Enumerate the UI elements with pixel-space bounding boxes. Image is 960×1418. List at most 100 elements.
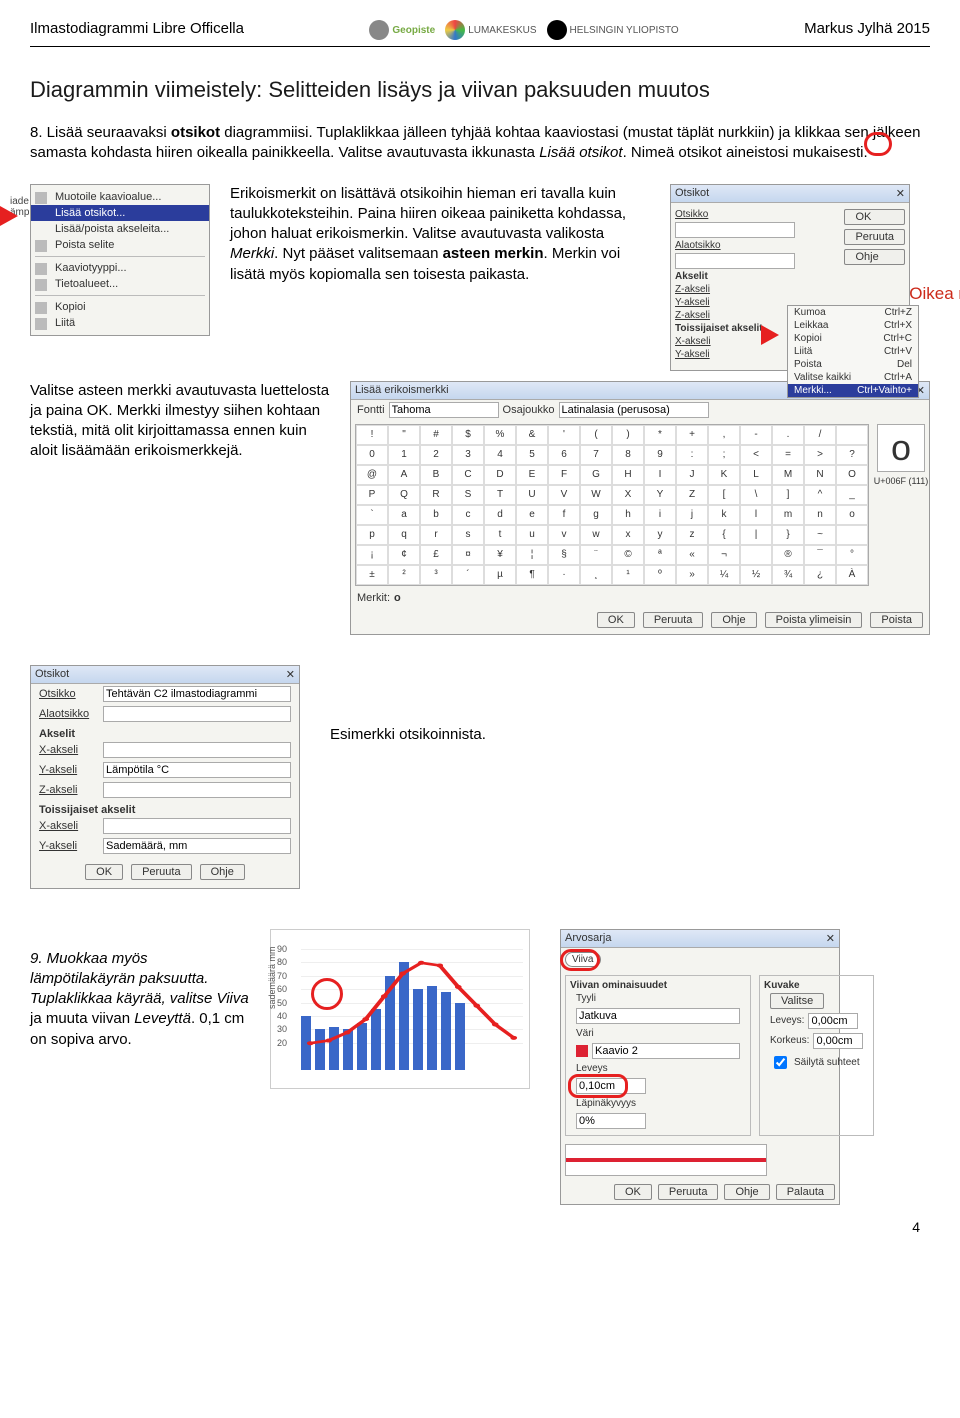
char-cell[interactable]: ¸ [580,565,612,585]
char-cell[interactable]: ­ [740,545,772,565]
char-cell[interactable]: G [580,465,612,485]
char-cell[interactable]: ] [772,485,804,505]
char-cell[interactable]: ¥ [484,545,516,565]
char-cell[interactable]: P [356,485,388,505]
char-cell[interactable]: º [644,565,676,585]
climate-chart[interactable]: sademäärä mm 2030405060708090 [270,929,530,1089]
char-cell[interactable]: 6 [548,445,580,465]
char-cell[interactable]: ¢ [388,545,420,565]
char-cell[interactable]: S [452,485,484,505]
input-sec-x[interactable] [103,818,291,834]
input-sec-y[interactable] [103,838,291,854]
mc-cut[interactable]: LeikkaaCtrl+X [788,319,918,332]
char-cell[interactable]: X [612,485,644,505]
char-cell[interactable]: M [772,465,804,485]
char-cell[interactable]: w [580,525,612,545]
char-cell[interactable]: H [612,465,644,485]
input-otsikko[interactable] [103,686,291,702]
menu-item-paste[interactable]: Liitä [31,315,209,331]
subset-select[interactable] [559,402,709,418]
char-cell[interactable] [836,525,868,545]
char-cell[interactable]: ¤ [452,545,484,565]
char-cell[interactable]: £ [420,545,452,565]
icon-w[interactable] [808,1013,858,1029]
char-cell[interactable]: ¹ [612,565,644,585]
char-cell[interactable]: ¶ [516,565,548,585]
menu-item-axes[interactable]: Lisää/poista akseleita... [31,221,209,237]
mc-paste[interactable]: LiitäCtrl+V [788,345,918,358]
char-cell[interactable]: a [388,505,420,525]
char-cell[interactable]: L [740,465,772,485]
char-cell[interactable]: h [612,505,644,525]
mc-character[interactable]: Merkki...Ctrl+Vaihto+ [788,384,918,397]
mc-selectall[interactable]: Valitse kaikkiCtrl+A [788,371,918,384]
char-cell[interactable]: b [420,505,452,525]
style-select[interactable] [576,1008,740,1024]
char-cell[interactable]: « [676,545,708,565]
char-cell[interactable]: B [420,465,452,485]
char-cell[interactable]: W [580,485,612,505]
icon-select-button[interactable]: Valitse [770,993,824,1009]
input-x[interactable] [103,742,291,758]
char-cell[interactable]: z [676,525,708,545]
char-cell[interactable]: Q [388,485,420,505]
char-cell[interactable]: R [420,485,452,505]
char-cell[interactable]: } [772,525,804,545]
char-cell[interactable]: ¾ [772,565,804,585]
char-cell[interactable]: i [644,505,676,525]
char-cell[interactable]: ¡ [356,545,388,565]
char-cell[interactable]: ` [356,505,388,525]
close-icon[interactable]: ✕ [826,932,835,945]
char-cell[interactable]: K [708,465,740,485]
tab-viiva[interactable]: Viiva [565,952,601,967]
char-cell[interactable]: $ [452,425,484,445]
char-cell[interactable]: v [548,525,580,545]
context-menu[interactable]: Muotoile kaavioalue... Lisää otsikot... … [30,184,210,336]
char-cell[interactable]: 8 [612,445,644,465]
menu-item-copy[interactable]: Kopioi [31,299,209,315]
char-cell[interactable]: 1 [388,445,420,465]
ok-button[interactable]: OK [844,209,905,225]
input-alaotsikko[interactable] [103,706,291,722]
char-cell[interactable]: ~ [804,525,836,545]
char-cell[interactable]: m [772,505,804,525]
help-button[interactable]: Ohje [200,864,245,880]
char-cell[interactable]: = [772,445,804,465]
char-cell[interactable] [836,425,868,445]
close-icon[interactable]: ✕ [896,187,905,200]
char-cell[interactable]: 3 [452,445,484,465]
char-cell[interactable]: 2 [420,445,452,465]
cancel-button[interactable]: Peruuta [658,1184,719,1200]
char-cell[interactable]: n [804,505,836,525]
char-cell[interactable]: / [804,425,836,445]
help-button[interactable]: Ohje [724,1184,769,1200]
char-cell[interactable]: ³ [420,565,452,585]
char-cell[interactable]: · [548,565,580,585]
char-map-dialog[interactable]: Lisää erikoismerkki✕ Fontti Osajoukko !"… [350,381,930,635]
char-cell[interactable]: t [484,525,516,545]
char-cell[interactable]: [ [708,485,740,505]
ok-button[interactable]: OK [597,612,635,628]
char-cell[interactable]: d [484,505,516,525]
trans-input[interactable] [576,1113,646,1129]
keep-ratio-checkbox[interactable] [774,1056,787,1069]
char-cell[interactable]: * [644,425,676,445]
char-cell[interactable]: ¿ [804,565,836,585]
char-cell[interactable]: À [836,565,868,585]
cancel-button[interactable]: Peruuta [131,864,192,880]
char-cell[interactable]: 5 [516,445,548,465]
char-cell[interactable]: ¬ [708,545,740,565]
char-cell[interactable]: O [836,465,868,485]
menu-item-format[interactable]: Muotoile kaavioalue... [31,189,209,205]
char-cell[interactable]: % [484,425,516,445]
char-cell[interactable]: " [388,425,420,445]
char-cell[interactable]: k [708,505,740,525]
char-cell[interactable]: ( [580,425,612,445]
char-cell[interactable]: ° [836,545,868,565]
char-cell[interactable]: s [452,525,484,545]
char-cell[interactable]: § [548,545,580,565]
char-cell[interactable]: ; [708,445,740,465]
char-cell[interactable]: » [676,565,708,585]
char-cell[interactable]: ¯ [804,545,836,565]
mini-context-menu[interactable]: KumoaCtrl+Z LeikkaaCtrl+X KopioiCtrl+C L… [787,305,919,398]
